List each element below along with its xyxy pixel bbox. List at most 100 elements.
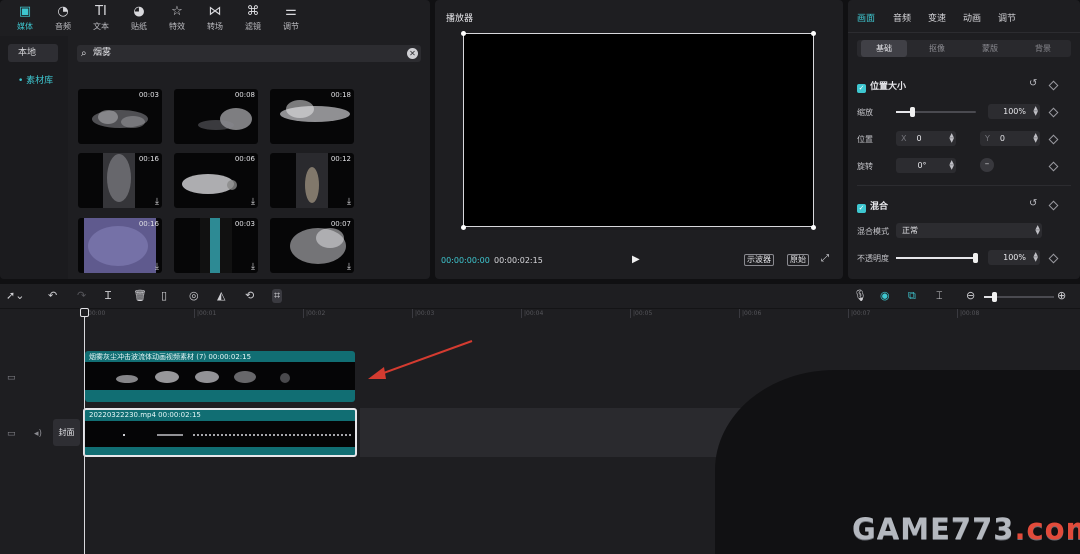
tab-filter[interactable]: ⌘ 滤镜: [234, 0, 272, 36]
mirror-icon[interactable]: ◭: [217, 289, 225, 303]
media-thumb[interactable]: 00:08: [174, 89, 258, 144]
download-icon[interactable]: ⤓: [251, 262, 255, 272]
playhead[interactable]: [84, 309, 85, 554]
original-ratio-button[interactable]: 原始: [787, 254, 809, 266]
timeline-zoom-slider[interactable]: [984, 292, 1054, 302]
scale-input[interactable]: 100% ▲ ▼: [988, 104, 1040, 119]
resize-handle[interactable]: [461, 31, 466, 36]
resize-handle[interactable]: [811, 31, 816, 36]
media-thumb[interactable]: 00:03: [78, 89, 162, 144]
tab-picture[interactable]: 画面: [857, 11, 875, 24]
delete-icon[interactable]: 🗑: [133, 289, 147, 303]
tab-animation[interactable]: 动画: [963, 11, 981, 24]
ruler-label: |00:02: [306, 310, 326, 317]
sidebar-item-local[interactable]: 本地: [8, 44, 58, 62]
media-thumb[interactable]: 00:03 ⤓: [174, 218, 258, 273]
microphone-icon[interactable]: 🎙: [853, 289, 867, 303]
keyframe-icon[interactable]: [1048, 253, 1059, 264]
tab-effects[interactable]: ☆ 特效: [158, 0, 196, 36]
overlay-clip[interactable]: 烟雾灰尘冲击波流体动画视频素材 (7) 00:00:02:15: [85, 351, 355, 402]
scope-button[interactable]: 示波器: [744, 254, 774, 266]
media-thumb[interactable]: 00:07 ⤓: [270, 218, 354, 273]
undo-icon[interactable]: ↶: [48, 289, 57, 303]
stepper-icon[interactable]: ▲ ▼: [1033, 106, 1038, 117]
download-icon[interactable]: ⤓: [155, 262, 159, 272]
scale-slider[interactable]: [896, 107, 976, 117]
stepper-icon[interactable]: ▲ ▼: [1033, 133, 1038, 144]
download-icon[interactable]: ⤓: [155, 197, 159, 207]
tab-audio[interactable]: ◔ 音频: [44, 0, 82, 36]
position-y-input[interactable]: Y0 ▲ ▼: [980, 131, 1040, 146]
rotate-input[interactable]: 0° ▲ ▼: [896, 158, 956, 173]
tab-audio-props[interactable]: 音频: [893, 11, 911, 24]
keyframe-icon[interactable]: [1048, 80, 1059, 91]
download-icon[interactable]: ⤓: [251, 197, 255, 207]
play-icon[interactable]: ▶: [632, 254, 640, 265]
resize-handle[interactable]: [811, 225, 816, 230]
preview-screen[interactable]: [463, 33, 814, 227]
select-cursor-icon[interactable]: ➚⌄: [6, 289, 24, 303]
keyframe-icon[interactable]: [1048, 200, 1059, 211]
freeze-icon[interactable]: ▯: [161, 289, 167, 303]
search-input[interactable]: ⌕ 烟雾 ✕: [77, 45, 421, 62]
stepper-icon[interactable]: ▲ ▼: [949, 133, 954, 144]
rotate-icon[interactable]: ⟲: [245, 289, 254, 303]
preview-axis-icon[interactable]: ⌶: [936, 289, 943, 303]
subtab-basic[interactable]: 基础: [861, 40, 907, 57]
keyframe-icon[interactable]: [1048, 134, 1059, 145]
slider-knob[interactable]: [910, 107, 915, 117]
subtab-mask[interactable]: 蒙版: [967, 40, 1013, 57]
position-x-input[interactable]: X0 ▲ ▼: [896, 131, 956, 146]
playhead-handle[interactable]: [80, 308, 89, 317]
crop-icon[interactable]: ⌗: [272, 289, 283, 303]
tab-text[interactable]: TI 文本: [82, 0, 120, 36]
fullscreen-icon[interactable]: ⤢: [821, 253, 829, 264]
tab-speed[interactable]: 变速: [928, 11, 946, 24]
clear-icon[interactable]: ✕: [407, 48, 418, 59]
reset-icon[interactable]: ↺: [1029, 198, 1037, 209]
opacity-input[interactable]: 100% ▲ ▼: [988, 250, 1040, 265]
reset-icon[interactable]: ↺: [1029, 78, 1037, 89]
tab-sticker[interactable]: ◕ 贴纸: [120, 0, 158, 36]
download-icon[interactable]: ⤓: [347, 262, 351, 272]
media-thumb[interactable]: 00:16 ⤓: [78, 153, 162, 208]
cover-button[interactable]: 封面: [53, 419, 80, 446]
media-thumb[interactable]: 00:06 ⤓: [174, 153, 258, 208]
redo-icon[interactable]: ↷: [77, 289, 86, 303]
tab-transition[interactable]: ⋈ 转场: [196, 0, 234, 36]
media-thumb[interactable]: 00:18: [270, 89, 354, 144]
slider-knob[interactable]: [992, 292, 997, 302]
linkage-icon[interactable]: ⧉: [908, 289, 916, 303]
blend-mode-select[interactable]: 正常 ▲ ▼: [896, 223, 1042, 238]
tab-media[interactable]: ▣ 媒体: [6, 0, 44, 36]
checkbox-blend[interactable]: ✓: [857, 204, 866, 213]
stepper-icon[interactable]: ▲ ▼: [1033, 252, 1038, 263]
tab-adjust[interactable]: ⚌ 调节: [272, 0, 310, 36]
subtab-background[interactable]: 背景: [1020, 40, 1066, 57]
ruler-tick: [739, 309, 740, 318]
subtab-keying[interactable]: 抠像: [914, 40, 960, 57]
mute-audio-icon[interactable]: ◂): [34, 429, 42, 439]
keyframe-icon[interactable]: [1048, 161, 1059, 172]
media-panel: ▣ 媒体 ◔ 音频 TI 文本 ◕ 贴纸 ☆ 特效 ⋈ 转场 ⌘ 滤镜 ⚌ 调节: [0, 0, 430, 279]
magnet-snap-icon[interactable]: ◉: [880, 289, 890, 303]
download-icon[interactable]: ⤓: [347, 197, 351, 207]
media-thumb[interactable]: 00:12 ⤓: [270, 153, 354, 208]
stepper-icon[interactable]: ▲ ▼: [949, 160, 954, 171]
rotate-direction-button[interactable]: –: [980, 158, 994, 172]
media-thumb[interactable]: 00:16 ⤓: [78, 218, 162, 273]
ruler-label: |00:01: [197, 310, 217, 317]
main-video-clip[interactable]: 20220322230.mp4 00:00:02:15: [83, 408, 357, 457]
opacity-slider[interactable]: [896, 253, 978, 263]
sidebar-item-library[interactable]: • 素材库: [8, 72, 58, 90]
slider-knob[interactable]: [973, 253, 978, 263]
checkbox-position-size[interactable]: ✓: [857, 84, 866, 93]
tab-adjust-props[interactable]: 调节: [998, 11, 1016, 24]
zoom-out-icon[interactable]: ⊖: [966, 289, 975, 303]
reverse-icon[interactable]: ◎: [189, 289, 199, 303]
clip-label: 20220322230.mp4 00:00:02:15: [89, 411, 201, 419]
resize-handle[interactable]: [461, 225, 466, 230]
keyframe-icon[interactable]: [1048, 107, 1059, 118]
split-icon[interactable]: Ɪ: [105, 289, 111, 303]
zoom-in-icon[interactable]: ⊕: [1057, 289, 1066, 303]
